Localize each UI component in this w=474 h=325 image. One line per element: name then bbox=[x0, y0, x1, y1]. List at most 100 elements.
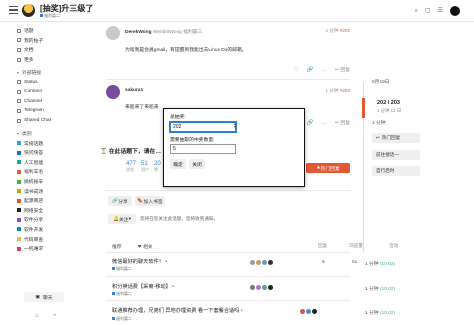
category-label: 常规话题 bbox=[24, 141, 44, 147]
category-label: 快问快答 bbox=[24, 151, 44, 157]
topic-row-category[interactable]: 福利篇二 bbox=[112, 291, 132, 297]
total-label: 总抽奖: bbox=[170, 115, 186, 120]
reply-button[interactable]: ↩ 回复 bbox=[335, 119, 350, 126]
sidebar-category-item[interactable]: 读书成诗 bbox=[17, 186, 89, 196]
category-color-icon bbox=[17, 169, 21, 174]
hot-reply-button[interactable]: ★ 热门回复 bbox=[306, 163, 350, 173]
post-time[interactable]: 2 分钟 #202 bbox=[325, 28, 350, 34]
sidebar-category-item[interactable]: 软件分享 bbox=[17, 215, 89, 225]
hamburger-menu-icon[interactable] bbox=[9, 6, 18, 14]
topic-row-category[interactable]: 福利篇二 bbox=[112, 266, 132, 272]
post-author[interactable]: sakura1 bbox=[125, 88, 143, 93]
right-button-2[interactable]: 前往搜话一 bbox=[372, 150, 420, 160]
notification-icon[interactable]: ◔ bbox=[53, 313, 57, 319]
topic-row-replies: 6 bbox=[322, 260, 325, 265]
chat-button[interactable]: ▣ 聊天 bbox=[24, 292, 64, 302]
link-icon[interactable]: 🔗 bbox=[307, 67, 314, 73]
chevron-down-icon: ▾ bbox=[17, 69, 20, 75]
confirm-button[interactable]: 确定 bbox=[170, 159, 186, 169]
avatar[interactable] bbox=[106, 85, 120, 99]
timeline-handle[interactable] bbox=[362, 98, 365, 118]
timeline-position-date: 1 分钟 14 日 bbox=[377, 108, 402, 113]
sidebar-section-categories[interactable]: ▾ 类别 bbox=[17, 128, 89, 138]
sidebar-item-topics[interactable]: 话题 bbox=[17, 26, 89, 36]
sidebar-category-item[interactable]: 网络安全 bbox=[17, 206, 89, 216]
sidebar-category-item[interactable]: 福利羊毛 bbox=[17, 167, 89, 177]
sidebar-category-item[interactable]: 搞机秘辛 bbox=[17, 177, 89, 187]
category-label: 福利羊毛 bbox=[24, 170, 44, 176]
post-author[interactable]: DerekWong WenbotWong 福利篇三 bbox=[125, 28, 202, 35]
stat-likes: 20 赞 bbox=[154, 161, 161, 172]
notification-level-button[interactable]: 🔔 关注 ▾ bbox=[108, 214, 136, 224]
topic-row-title[interactable]: 积分换话费【采菊·移动】 • bbox=[112, 283, 174, 290]
topic-row-activity[interactable]: 1 分钟 (10.02) bbox=[365, 285, 395, 292]
stat-views: 477 浏览 bbox=[126, 161, 137, 172]
topic-row-title[interactable]: 联通推荐办理，兄弟们 异地办理资费 看一下套餐合适吗 • bbox=[112, 307, 243, 314]
topic-row-activity[interactable]: 1 分钟 (10.02) bbox=[365, 309, 395, 316]
reply-button[interactable]: ↩ 回复 bbox=[335, 66, 350, 73]
sidebar-item-channel[interactable]: Channel bbox=[17, 97, 89, 107]
stepper-icon[interactable]: ▴ ▾ bbox=[234, 122, 236, 129]
sidebar-item-shared-chat[interactable]: Shared Chat bbox=[17, 116, 89, 126]
search-icon[interactable]: ⌕ bbox=[415, 7, 418, 15]
post-time[interactable]: 1 分钟 #203 bbox=[325, 88, 350, 94]
header-views[interactable]: 浏览量 bbox=[349, 243, 363, 249]
bell-icon[interactable]: ▢ bbox=[425, 7, 431, 15]
user-icon bbox=[17, 38, 21, 43]
sidebar-category-item[interactable]: 常规话题 bbox=[17, 138, 89, 148]
like-icon[interactable]: ♡ bbox=[294, 67, 299, 73]
timeline-end-date[interactable]: 1 分钟 bbox=[372, 119, 386, 126]
home-icon[interactable]: ⌂ bbox=[35, 313, 39, 319]
sidebar-category-item[interactable]: 人工智能 bbox=[17, 158, 89, 168]
sidebar-item-docs[interactable]: 文档 bbox=[17, 45, 89, 55]
more-icon bbox=[17, 57, 21, 62]
sidebar-category-item[interactable]: 起源商店 bbox=[17, 196, 89, 206]
avatar[interactable] bbox=[106, 26, 120, 40]
sidebar-item-my-posts[interactable]: 我的帖子 bbox=[17, 36, 89, 46]
link-icon[interactable]: 🔗 bbox=[307, 120, 314, 126]
menu-icon[interactable]: ☰ bbox=[438, 7, 443, 15]
site-logo[interactable] bbox=[22, 4, 35, 17]
poster-avatars bbox=[250, 260, 273, 265]
topic-row-category[interactable]: 福利篇二 bbox=[112, 316, 132, 322]
bookmark-button[interactable]: 🔖 加入书签 bbox=[135, 196, 165, 206]
link-icon bbox=[17, 118, 21, 123]
poster-avatars bbox=[250, 285, 273, 290]
winners-input[interactable] bbox=[170, 144, 236, 154]
topic-row-title[interactable]: 微信最好的聊天软件！ • bbox=[112, 258, 167, 265]
category-color-icon bbox=[17, 198, 21, 203]
more-icon[interactable]: … bbox=[322, 67, 328, 73]
sidebar-item-status[interactable]: Status bbox=[17, 77, 89, 87]
link-icon bbox=[17, 89, 21, 94]
right-hot-reply-button[interactable]: ↩ 热门回复 bbox=[372, 133, 420, 143]
right-button-3[interactable]: 自行启时 bbox=[372, 166, 420, 176]
winners-label: 需要抽取的中奖数量: bbox=[170, 138, 215, 143]
sidebar-category-item[interactable]: 软件开发 bbox=[17, 225, 89, 235]
link-icon bbox=[17, 99, 21, 104]
category-color-icon bbox=[17, 208, 21, 213]
topic-row-activity[interactable]: 1 分钟 (10.02) bbox=[365, 260, 395, 267]
sidebar-section-external[interactable]: ▾ 外部链接 bbox=[17, 67, 89, 77]
close-button[interactable]: 关闭 bbox=[189, 159, 205, 169]
sidebar-category-item[interactable]: 代码审查 bbox=[17, 234, 89, 244]
sidebar-item-more[interactable]: 更多 bbox=[17, 55, 89, 65]
topic-category[interactable]: 福利篇二 bbox=[40, 13, 60, 19]
total-input[interactable] bbox=[169, 121, 237, 133]
sidebar-item-connect[interactable]: Connect bbox=[17, 87, 89, 97]
category-label: 起源商店 bbox=[24, 199, 44, 205]
more-icon[interactable]: … bbox=[322, 120, 328, 126]
topic-row-views: 51 bbox=[352, 260, 358, 265]
doc-icon bbox=[17, 47, 21, 52]
user-avatar[interactable] bbox=[450, 6, 460, 16]
list-divider bbox=[106, 252, 350, 253]
header-replies[interactable]: 回复 bbox=[318, 243, 327, 249]
sidebar-category-item[interactable]: 快问快答 bbox=[17, 148, 89, 158]
sidebar-category-item[interactable]: 一机难求 bbox=[17, 244, 89, 254]
timeline-start-date[interactable]: 9月19日 bbox=[372, 78, 390, 85]
category-label: 一机难求 bbox=[24, 247, 44, 253]
header-activity[interactable]: 活动 bbox=[389, 243, 398, 249]
share-button[interactable]: 🔗 分享 bbox=[108, 196, 132, 206]
sidebar-item-telegram[interactable]: Telegram bbox=[17, 106, 89, 116]
link-icon bbox=[17, 80, 21, 85]
category-label: 读书成诗 bbox=[24, 189, 44, 195]
